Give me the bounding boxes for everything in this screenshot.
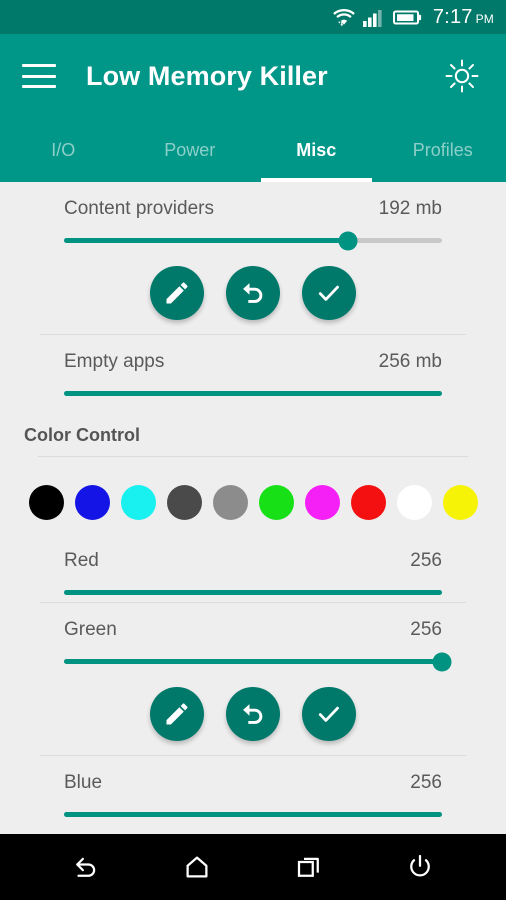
slider-green[interactable] — [40, 641, 466, 671]
setting-label: Blue — [64, 772, 103, 793]
tab-label: Power — [164, 139, 216, 160]
back-arrow-icon[interactable] — [60, 841, 112, 893]
color-swatch-gray[interactable] — [212, 485, 248, 520]
slider-fill — [64, 812, 442, 817]
setting-label: Red — [64, 550, 99, 571]
color-swatch-magenta[interactable] — [304, 485, 340, 520]
color-swatch-yellow[interactable] — [442, 485, 478, 520]
slider-fill — [64, 391, 442, 396]
tab-label: I/O — [51, 139, 76, 160]
slider-track — [64, 812, 442, 817]
color-swatch-green[interactable] — [258, 485, 294, 520]
power-icon[interactable] — [394, 841, 446, 893]
slider-track — [64, 590, 442, 595]
section-color-control: Color Control — [0, 403, 506, 465]
setting-value: 192 mb — [378, 198, 442, 219]
action-button-row-memory — [0, 250, 506, 334]
setting-label: Empty apps — [64, 351, 165, 372]
app-bar: Low Memory Killer — [0, 34, 506, 118]
system-nav-bar — [0, 834, 506, 900]
section-divider — [38, 456, 468, 457]
slider-fill — [64, 238, 348, 243]
phone-screen: 7:17 PM Low Memory Killer I/O Power Misc… — [0, 0, 506, 900]
setting-value: 256 — [410, 619, 442, 640]
setting-row-content-providers: Content providers 192 mb — [0, 182, 506, 250]
wifi-icon — [333, 9, 355, 27]
setting-label: Green — [64, 619, 117, 640]
tab-misc[interactable]: Misc — [253, 118, 380, 182]
row-header: Blue 256 — [40, 756, 466, 794]
tab-power[interactable]: Power — [127, 118, 254, 182]
color-swatch-white[interactable] — [396, 485, 432, 520]
setting-row-red: Red 256 — [0, 534, 506, 602]
signal-icon — [362, 10, 382, 27]
page-title: Low Memory Killer — [86, 60, 328, 91]
slider-track — [64, 238, 442, 243]
color-swatch-list — [0, 465, 506, 534]
status-bar: 7:17 PM — [0, 0, 506, 34]
slider-content-providers[interactable] — [40, 220, 466, 250]
apply-button[interactable] — [302, 266, 356, 320]
tab-profiles[interactable]: Profiles — [380, 118, 506, 182]
undo-button[interactable] — [226, 266, 280, 320]
slider-fill — [64, 659, 442, 664]
brightness-sun-icon[interactable] — [440, 54, 484, 98]
slider-red[interactable] — [40, 572, 466, 602]
row-header: Content providers 192 mb — [40, 182, 466, 220]
row-header: Green 256 — [40, 603, 466, 641]
slider-track — [64, 659, 442, 664]
apply-button[interactable] — [302, 687, 356, 741]
setting-row-green: Green 256 — [0, 603, 506, 671]
setting-row-empty-apps: Empty apps 256 mb — [0, 335, 506, 403]
tab-io[interactable]: I/O — [0, 118, 127, 182]
clock-ampm: PM — [475, 12, 494, 26]
slider-empty-apps[interactable] — [40, 373, 466, 403]
action-button-row-color — [0, 671, 506, 755]
setting-value: 256 mb — [378, 351, 442, 372]
setting-row-blue: Blue 256 — [0, 756, 506, 824]
undo-button[interactable] — [226, 687, 280, 741]
settings-list[interactable]: Content providers 192 mb Empty apps 256 … — [0, 182, 506, 834]
tab-bar: I/O Power Misc Profiles — [0, 118, 506, 182]
home-icon[interactable] — [171, 841, 223, 893]
row-header: Red 256 — [40, 534, 466, 572]
color-swatch-blue[interactable] — [74, 485, 110, 520]
slider-track — [64, 391, 442, 396]
edit-button[interactable] — [150, 266, 204, 320]
status-icons: 7:17 PM — [332, 7, 494, 27]
tab-label: Profiles — [412, 139, 473, 160]
slider-blue[interactable] — [40, 794, 466, 824]
slider-fill — [64, 590, 442, 595]
slider-thumb[interactable] — [338, 231, 357, 250]
section-title: Color Control — [24, 425, 140, 445]
edit-button[interactable] — [150, 687, 204, 741]
color-swatch-dark-gray[interactable] — [166, 485, 202, 520]
setting-label: Content providers — [64, 198, 214, 219]
setting-value: 256 — [410, 772, 442, 793]
tab-label: Misc — [296, 139, 337, 160]
clock-time: 7:17 — [432, 6, 473, 28]
color-swatch-red[interactable] — [350, 485, 386, 520]
color-swatch-cyan[interactable] — [120, 485, 156, 520]
recents-icon[interactable] — [283, 841, 335, 893]
setting-value: 256 — [410, 550, 442, 571]
battery-icon — [392, 10, 421, 25]
status-clock: 7:17 PM — [433, 7, 494, 27]
hamburger-menu-icon[interactable] — [22, 64, 56, 88]
slider-thumb[interactable] — [432, 652, 452, 671]
row-header: Empty apps 256 mb — [40, 335, 466, 373]
color-swatch-black[interactable] — [28, 485, 64, 520]
